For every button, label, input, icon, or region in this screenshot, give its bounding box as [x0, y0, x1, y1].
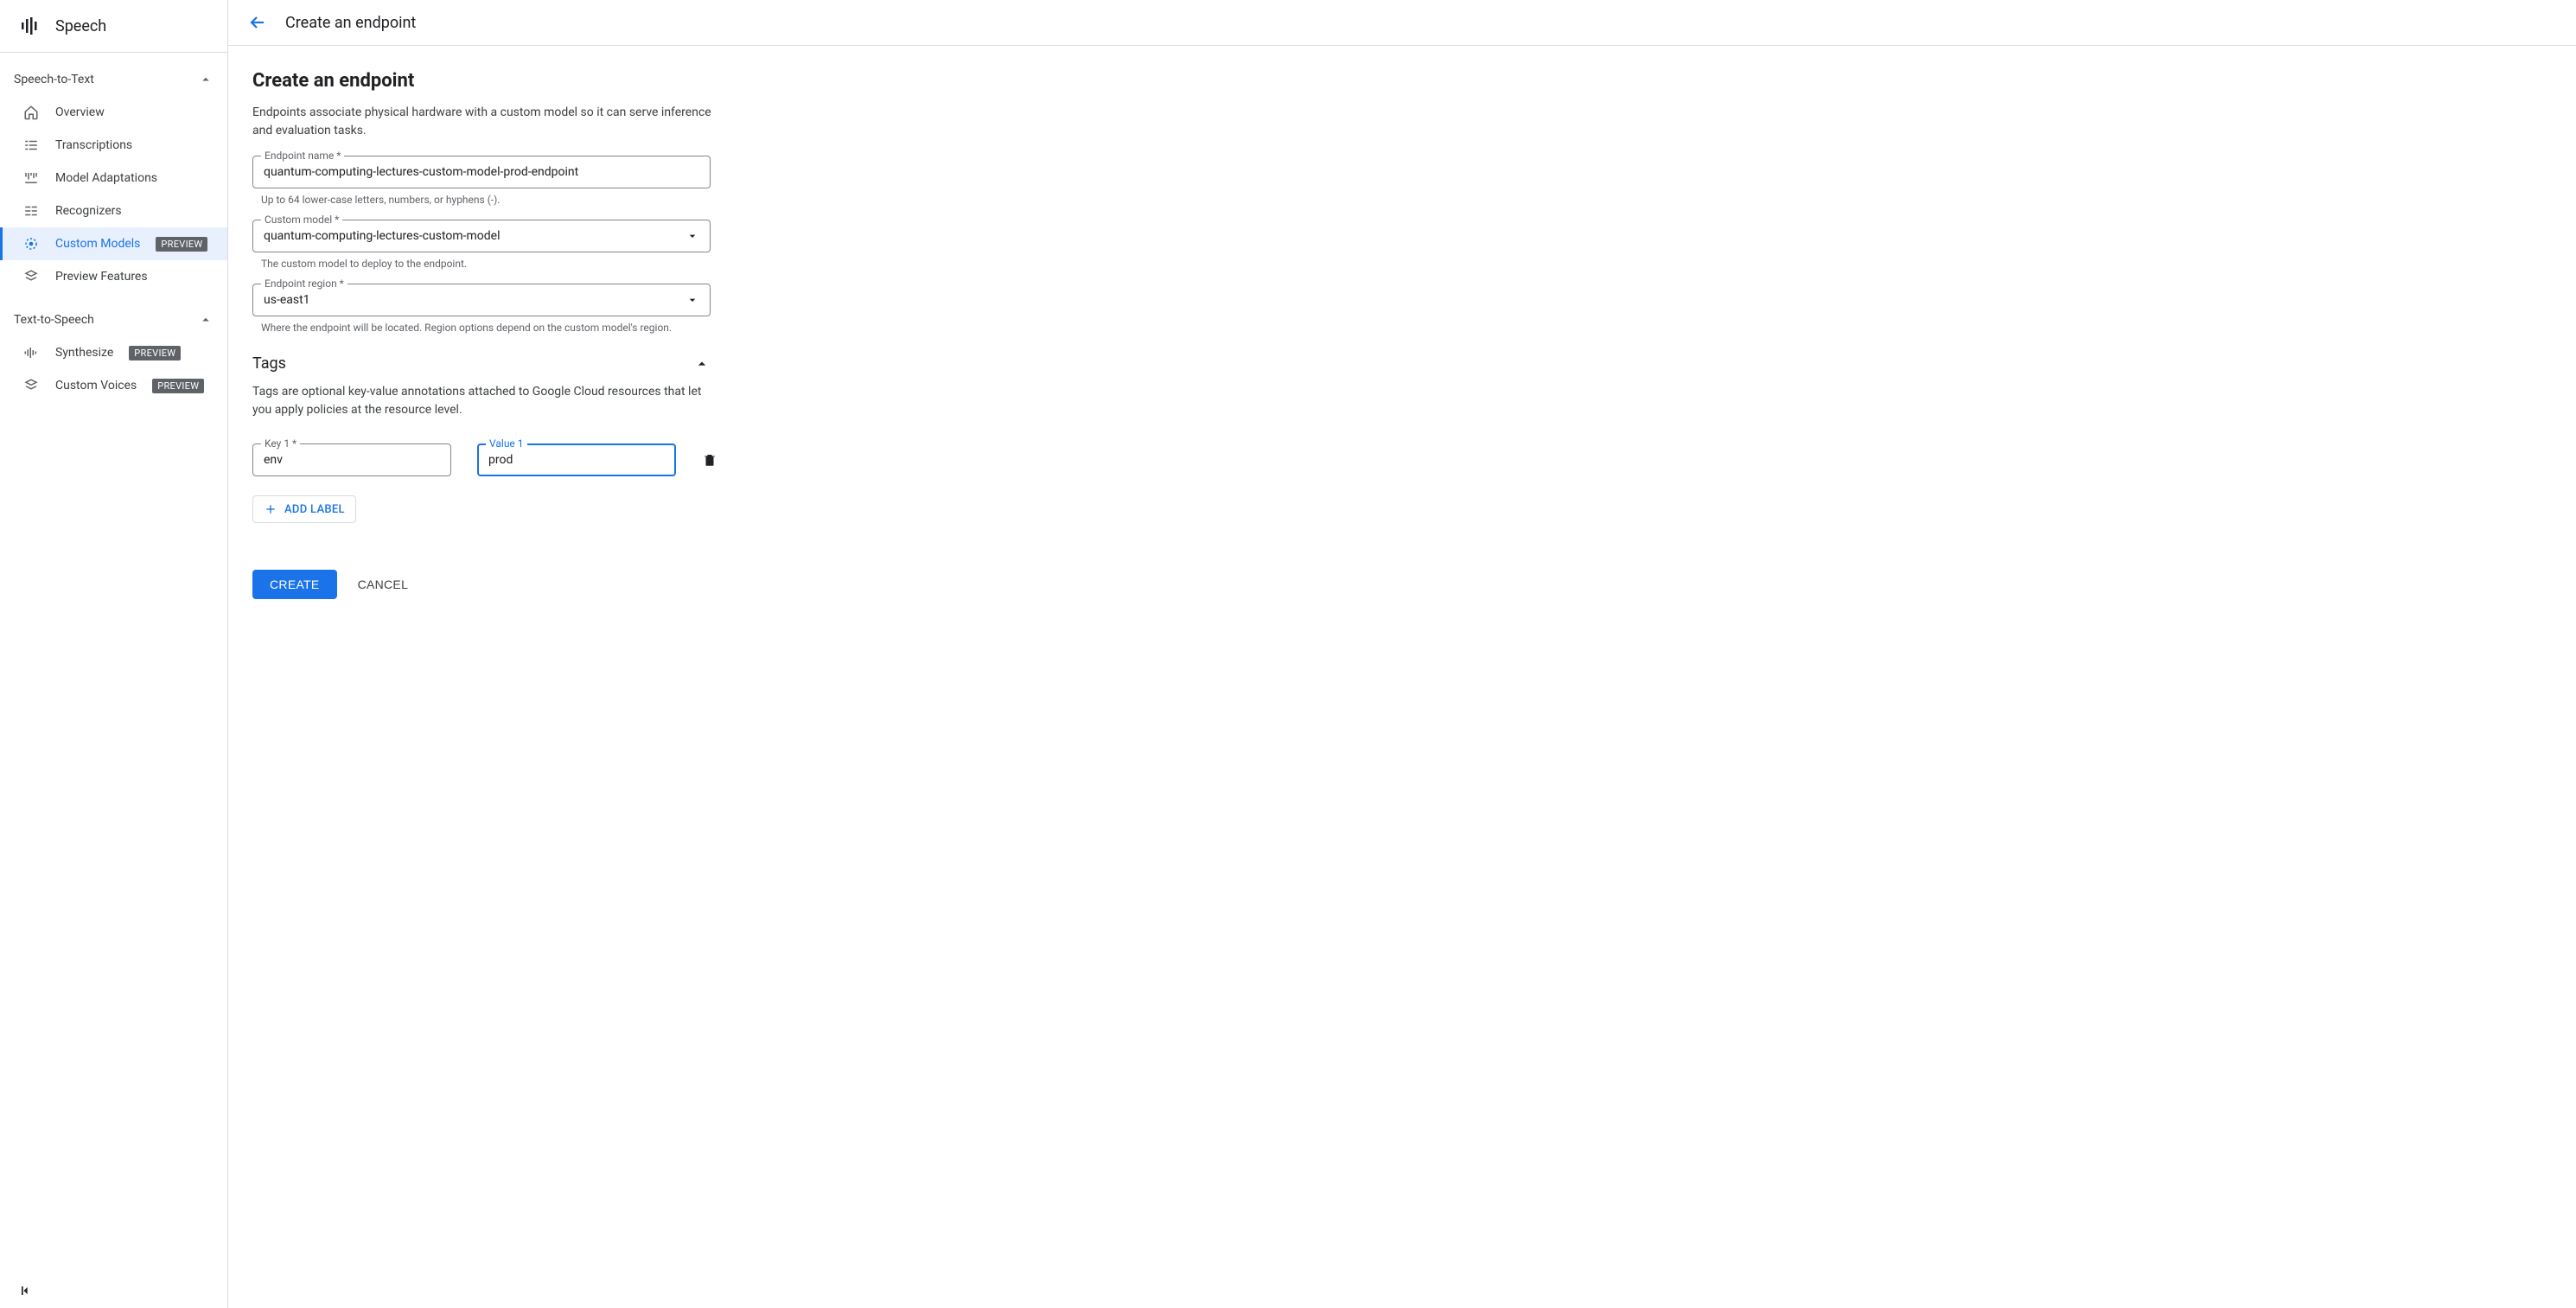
chevron-up-icon — [198, 312, 214, 328]
sidebar-item-model-adaptations[interactable]: Model Adaptations — [0, 162, 227, 195]
tune-icon — [22, 170, 40, 186]
preview-badge: PREVIEW — [129, 346, 181, 360]
tags-section-toggle[interactable]: Tags — [252, 354, 711, 373]
sidebar-item-preview-features[interactable]: Preview Features — [0, 260, 227, 293]
add-label-text: ADD LABEL — [284, 503, 345, 516]
sidebar-header: Speech — [0, 0, 227, 53]
form-description: Endpoints associate physical hardware wi… — [252, 104, 719, 140]
preview-badge: PREVIEW — [152, 379, 204, 393]
target-icon — [22, 236, 40, 252]
speech-logo-icon — [19, 16, 40, 36]
delete-tag-button[interactable] — [702, 452, 717, 468]
form-heading: Create an endpoint — [252, 70, 947, 92]
main: Create an endpoint Create an endpoint En… — [228, 0, 2576, 1308]
content: Create an endpoint Endpoints associate p… — [228, 46, 972, 623]
tags-description: Tags are optional key-value annotations … — [252, 383, 719, 419]
sidebar-item-custom-voices[interactable]: Custom Voices PREVIEW — [0, 369, 227, 402]
field-label: Key 1 * — [261, 437, 300, 450]
tags-title: Tags — [252, 354, 286, 373]
sidebar-item-label: Overview — [55, 105, 105, 119]
sidebar-item-custom-models[interactable]: Custom Models PREVIEW — [0, 227, 227, 260]
select-value: quantum-computing-lectures-custom-model — [264, 229, 501, 243]
back-button[interactable] — [247, 12, 268, 33]
sidebar-footer — [0, 1273, 227, 1308]
main-header: Create an endpoint — [228, 0, 2576, 46]
action-row: CREATE CANCEL — [252, 570, 947, 599]
field-label: Endpoint name * — [261, 150, 344, 162]
product-title: Speech — [55, 17, 106, 35]
tag-value-field: Value 1 — [477, 443, 676, 476]
lines-icon — [22, 203, 40, 219]
sidebar: Speech Speech-to-Text Overview Transcrip… — [0, 0, 228, 1308]
sidebar-item-label: Custom Models — [55, 237, 140, 251]
sidebar-item-synthesize[interactable]: Synthesize PREVIEW — [0, 336, 227, 369]
nav-section-tts: Text-to-Speech Synthesize PREVIEW Custom… — [0, 293, 227, 402]
sidebar-item-transcriptions[interactable]: Transcriptions — [0, 129, 227, 162]
sidebar-item-label: Custom Voices — [55, 379, 137, 392]
chevron-up-icon — [693, 355, 711, 373]
stack-icon — [22, 378, 40, 393]
add-label-button[interactable]: ADD LABEL — [252, 495, 356, 523]
page-title: Create an endpoint — [285, 14, 416, 32]
sidebar-item-label: Synthesize — [55, 346, 113, 360]
select-value: us-east1 — [264, 293, 310, 307]
nav-section-stt: Speech-to-Text Overview Transcriptions M… — [0, 53, 227, 293]
field-helper: The custom model to deploy to the endpoi… — [261, 258, 719, 270]
chevron-down-icon — [685, 293, 699, 307]
chevron-down-icon — [685, 229, 699, 243]
nav-section-header-stt[interactable]: Speech-to-Text — [0, 63, 227, 96]
field-helper: Where the endpoint will be located. Regi… — [261, 322, 719, 334]
field-helper: Up to 64 lower-case letters, numbers, or… — [261, 194, 719, 206]
sidebar-item-overview[interactable]: Overview — [0, 96, 227, 129]
chevron-up-icon — [198, 72, 214, 87]
sidebar-item-label: Recognizers — [55, 204, 122, 218]
sidebar-item-label: Transcriptions — [55, 138, 132, 152]
field-label: Endpoint region * — [261, 278, 348, 290]
create-button[interactable]: CREATE — [252, 570, 337, 599]
collapse-sidebar-icon[interactable] — [17, 1282, 210, 1299]
plus-icon — [264, 502, 277, 516]
sidebar-item-label: Model Adaptations — [55, 171, 157, 185]
tag-row: Key 1 * Value 1 — [252, 443, 947, 476]
tag-key-field: Key 1 * — [252, 443, 451, 476]
endpoint-region-field: Endpoint region * us-east1 — [252, 284, 711, 316]
custom-model-field: Custom model * quantum-computing-lecture… — [252, 220, 711, 252]
nav-section-header-tts[interactable]: Text-to-Speech — [0, 303, 227, 336]
cancel-button[interactable]: CANCEL — [358, 577, 409, 591]
field-label: Value 1 — [486, 437, 527, 450]
home-icon — [22, 105, 40, 120]
wave-icon — [22, 345, 40, 360]
preview-badge: PREVIEW — [156, 237, 207, 252]
field-label: Custom model * — [261, 214, 342, 226]
list-icon — [22, 137, 40, 153]
sidebar-item-recognizers[interactable]: Recognizers — [0, 195, 227, 227]
endpoint-name-field: Endpoint name * — [252, 156, 711, 188]
stack-icon — [22, 269, 40, 284]
sidebar-item-label: Preview Features — [55, 270, 148, 284]
